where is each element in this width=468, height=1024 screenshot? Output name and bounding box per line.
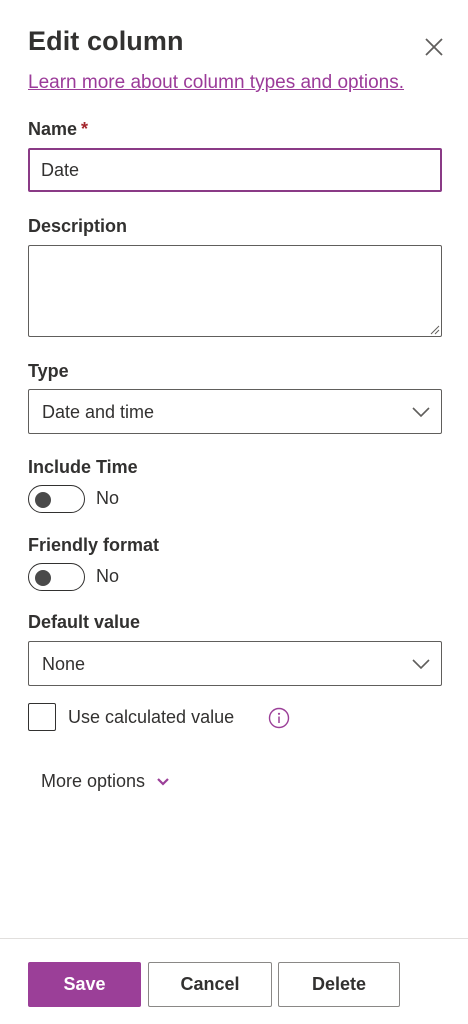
chevron-down-icon [157, 777, 169, 786]
friendly-format-state: No [96, 566, 120, 586]
type-dropdown[interactable]: Date and time [28, 389, 442, 434]
default-value-label: Default value [28, 612, 141, 632]
description-textarea[interactable] [28, 245, 442, 337]
friendly-format-label: Friendly format [28, 535, 160, 555]
toggle-knob [35, 492, 51, 508]
default-value-dropdown[interactable]: None [28, 641, 442, 686]
learn-more-link[interactable]: Learn more about column types and option… [28, 72, 404, 94]
required-marker: * [81, 119, 89, 139]
panel-title: Edit column [28, 26, 184, 56]
include-time-toggle[interactable] [28, 485, 85, 513]
type-selected-value: Date and time [42, 402, 155, 422]
chevron-down-icon [412, 407, 430, 418]
close-button[interactable] [418, 32, 450, 64]
toggle-knob [35, 570, 51, 586]
use-calculated-checkbox[interactable] [28, 703, 56, 731]
edit-column-panel: Edit column Learn more about column type… [0, 0, 468, 1024]
cancel-button[interactable]: Cancel [148, 962, 272, 1007]
friendly-format-toggle[interactable] [28, 563, 85, 591]
include-time-state: No [96, 488, 120, 508]
more-options-toggle[interactable]: More options [41, 771, 171, 792]
include-time-label: Include Time [28, 457, 138, 477]
info-icon[interactable] [268, 707, 290, 729]
type-label: Type [28, 361, 69, 381]
more-options-label: More options [41, 771, 146, 791]
description-label: Description [28, 216, 128, 236]
footer-divider [0, 938, 468, 939]
default-value-selected: None [42, 654, 86, 674]
description-wrapper [28, 245, 442, 337]
save-button[interactable]: Save [28, 962, 141, 1007]
resize-grip-icon[interactable] [430, 325, 440, 335]
chevron-down-icon [412, 659, 430, 670]
delete-button[interactable]: Delete [278, 962, 400, 1007]
name-input[interactable] [28, 148, 442, 192]
name-label-text: Name [28, 119, 78, 139]
use-calculated-label[interactable]: Use calculated value [68, 707, 234, 728]
close-icon [425, 38, 443, 56]
name-label: Name * [28, 119, 88, 140]
